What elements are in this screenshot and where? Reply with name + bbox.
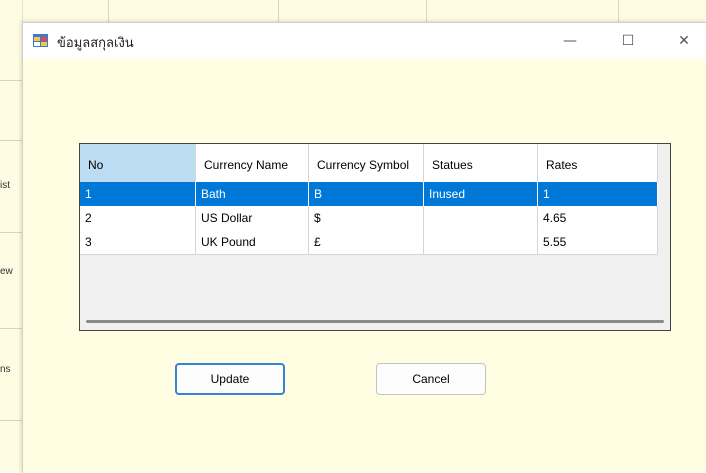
cell-rate[interactable]: 1	[538, 182, 658, 206]
bg-label: ew	[0, 266, 13, 277]
bg-divider	[0, 420, 22, 421]
cell-status[interactable]	[424, 230, 538, 254]
bg-divider	[618, 0, 619, 22]
cell-currency-symbol[interactable]: B	[309, 182, 424, 206]
cell-no[interactable]: 2	[80, 206, 196, 230]
cell-currency-name[interactable]: UK Pound	[196, 230, 309, 254]
cell-status[interactable]: Inused	[424, 182, 538, 206]
bg-divider	[108, 0, 109, 22]
close-icon[interactable]: ✕	[661, 23, 706, 59]
bg-divider	[0, 232, 22, 233]
cell-currency-name[interactable]: US Dollar	[196, 206, 309, 230]
bg-divider	[426, 0, 427, 22]
column-header-rates[interactable]: Rates	[538, 144, 658, 182]
cell-currency-symbol[interactable]: $	[309, 206, 424, 230]
app-icon	[33, 34, 48, 47]
column-header-statues[interactable]: Statues	[424, 144, 538, 182]
cell-rate[interactable]: 5.55	[538, 230, 658, 254]
cell-rate[interactable]: 4.65	[538, 206, 658, 230]
table-row[interactable]: 2 US Dollar $ 4.65	[80, 206, 658, 231]
window-title: ข้อมูลสกุลเงิน	[57, 36, 134, 51]
grid-header: No Currency Name Currency Symbol Statues…	[80, 144, 658, 183]
cell-no[interactable]: 1	[80, 182, 196, 206]
cell-status[interactable]	[424, 206, 538, 230]
table-row[interactable]: 1 Bath B Inused 1	[80, 182, 658, 207]
bg-side-strip: ist ew ns	[0, 0, 23, 472]
horizontal-scrollbar[interactable]	[86, 320, 664, 323]
bg-divider	[278, 0, 279, 22]
bg-divider	[0, 140, 22, 141]
bg-divider	[0, 328, 22, 329]
bg-divider	[0, 80, 22, 81]
cancel-button[interactable]: Cancel	[376, 363, 486, 395]
bg-label: ns	[0, 364, 11, 375]
column-header-no[interactable]: No	[80, 144, 196, 182]
cell-no[interactable]: 3	[80, 230, 196, 254]
table-row[interactable]: 3 UK Pound £ 5.55	[80, 230, 658, 255]
maximize-icon[interactable]: ☐	[605, 23, 651, 59]
currency-grid[interactable]: No Currency Name Currency Symbol Statues…	[79, 143, 671, 331]
column-header-currency-name[interactable]: Currency Name	[196, 144, 309, 182]
bg-label: ist	[0, 180, 10, 191]
minimize-icon[interactable]: —	[547, 23, 593, 59]
title-bar[interactable]: ข้อมูลสกุลเงิน — ☐ ✕	[23, 23, 706, 59]
currency-dialog: ข้อมูลสกุลเงิน — ☐ ✕ No Currency Name Cu…	[22, 22, 706, 473]
cell-currency-symbol[interactable]: £	[309, 230, 424, 254]
column-header-currency-symbol[interactable]: Currency Symbol	[309, 144, 424, 182]
update-button[interactable]: Update	[175, 363, 285, 395]
cell-currency-name[interactable]: Bath	[196, 182, 309, 206]
